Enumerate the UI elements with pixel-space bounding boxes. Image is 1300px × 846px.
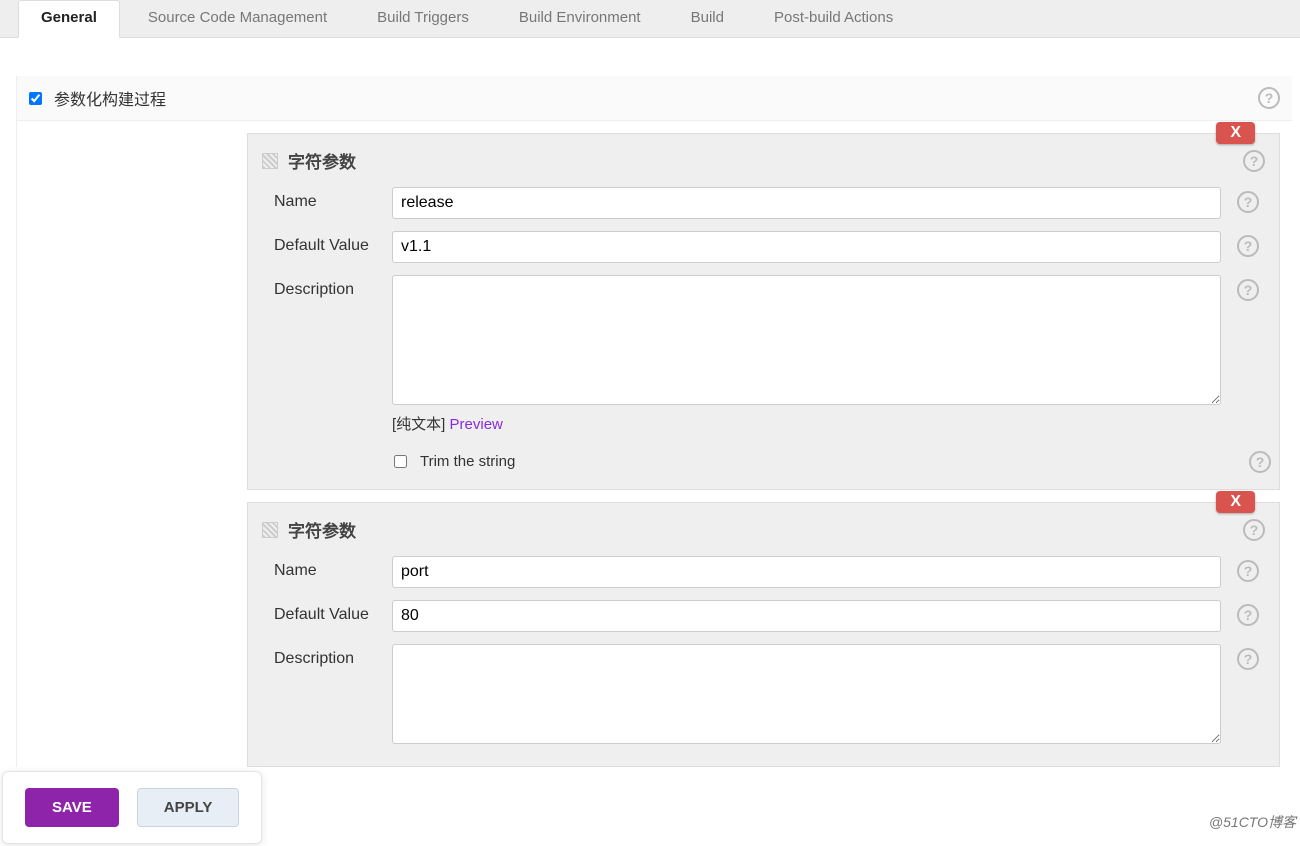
default-value-input[interactable]	[392, 600, 1221, 632]
field-row-default: Default Value ?	[262, 231, 1265, 263]
name-label: Name	[274, 187, 392, 211]
help-icon[interactable]: ?	[1237, 560, 1259, 582]
name-input[interactable]	[392, 556, 1221, 588]
tab-scm[interactable]: Source Code Management	[126, 0, 349, 37]
plain-text-label: [纯文本]	[392, 416, 445, 433]
help-icon[interactable]: ?	[1249, 451, 1271, 473]
help-icon[interactable]: ?	[1237, 648, 1259, 670]
save-button[interactable]: SAVE	[25, 788, 119, 827]
trim-checkbox[interactable]	[394, 455, 407, 468]
field-row-name: Name ?	[262, 556, 1265, 588]
help-icon[interactable]: ?	[1237, 235, 1259, 257]
field-row-default: Default Value ?	[262, 600, 1265, 632]
delete-parameter-button[interactable]: X	[1216, 491, 1255, 513]
drag-handle-icon[interactable]	[262, 522, 278, 538]
string-parameter-block: X 字符参数 ? Name ? Default Value	[247, 502, 1280, 767]
field-row-description: Description ?	[262, 644, 1265, 748]
help-icon[interactable]: ?	[1243, 150, 1265, 172]
help-icon[interactable]: ?	[1237, 279, 1259, 301]
name-input[interactable]	[392, 187, 1221, 219]
delete-parameter-button[interactable]: X	[1216, 122, 1255, 144]
trim-row: Trim the string ?	[392, 452, 1265, 471]
default-value-label: Default Value	[274, 231, 392, 255]
description-label: Description	[274, 644, 392, 668]
tab-build-environment[interactable]: Build Environment	[497, 0, 663, 37]
string-parameter-block: X 字符参数 ? Name ? Default Value	[247, 133, 1280, 490]
help-icon[interactable]: ?	[1243, 519, 1265, 541]
field-row-description: Description [纯文本] Preview ?	[262, 275, 1265, 434]
tab-build[interactable]: Build	[669, 0, 746, 37]
param-header: 字符参数 ?	[262, 517, 1265, 542]
default-value-label: Default Value	[274, 600, 392, 624]
field-row-name: Name ?	[262, 187, 1265, 219]
parametrize-checkbox[interactable]	[29, 92, 42, 105]
tab-post-build[interactable]: Post-build Actions	[752, 0, 915, 37]
description-footer: [纯文本] Preview	[392, 413, 1221, 434]
parametrize-row: 参数化构建过程 ?	[17, 76, 1292, 121]
config-tabbar: General Source Code Management Build Tri…	[0, 0, 1300, 38]
help-icon[interactable]: ?	[1237, 191, 1259, 213]
help-icon[interactable]: ?	[1237, 604, 1259, 626]
trim-label: Trim the string	[420, 453, 515, 470]
default-value-input[interactable]	[392, 231, 1221, 263]
name-label: Name	[274, 556, 392, 580]
tab-general[interactable]: General	[18, 0, 120, 38]
apply-button[interactable]: APPLY	[137, 788, 240, 827]
preview-link[interactable]: Preview	[450, 416, 503, 433]
tab-build-triggers[interactable]: Build Triggers	[355, 0, 491, 37]
drag-handle-icon[interactable]	[262, 153, 278, 169]
param-type-title: 字符参数	[288, 148, 356, 173]
parametrize-label: 参数化构建过程	[54, 86, 166, 110]
param-header: 字符参数 ?	[262, 148, 1265, 173]
watermark-text: @51CTO博客	[1209, 812, 1296, 832]
param-type-title: 字符参数	[288, 517, 356, 542]
description-textarea[interactable]	[392, 644, 1221, 744]
description-label: Description	[274, 275, 392, 299]
description-textarea[interactable]	[392, 275, 1221, 405]
help-icon[interactable]: ?	[1258, 87, 1280, 109]
bottom-action-bar: SAVE APPLY	[2, 771, 262, 844]
